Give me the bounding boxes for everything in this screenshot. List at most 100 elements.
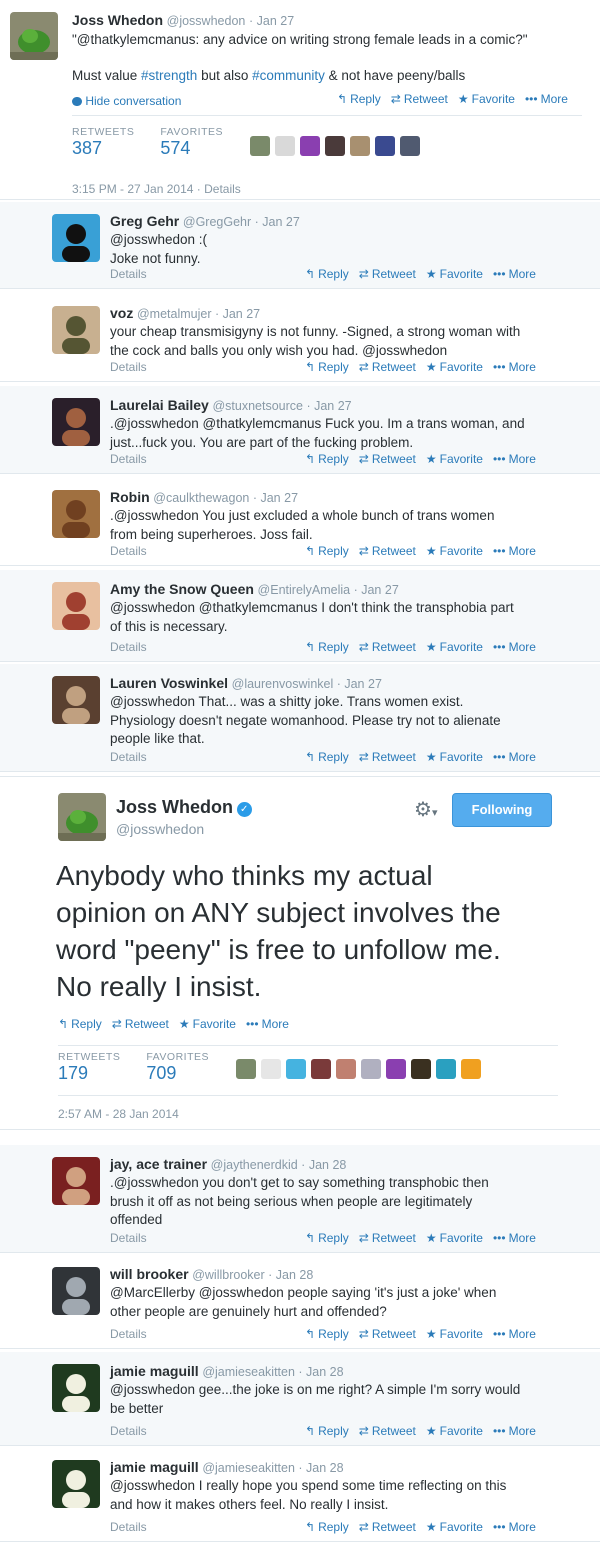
- favorite-button[interactable]: ★ Favorite: [426, 1424, 483, 1438]
- reply-button[interactable]: ↰ Reply: [305, 267, 349, 281]
- tweet-date[interactable]: Jan 28: [309, 1158, 347, 1172]
- details-link[interactable]: Details: [110, 640, 147, 654]
- favorite-count[interactable]: FAVORITES 709: [146, 1051, 209, 1084]
- more-button[interactable]: ••• More: [493, 267, 536, 281]
- avatar[interactable]: [10, 12, 58, 60]
- author-name[interactable]: Greg Gehr: [110, 213, 179, 229]
- retweet-button[interactable]: ⇄ Retweet: [359, 1424, 416, 1438]
- more-button[interactable]: ••• More: [493, 1231, 536, 1245]
- details-link[interactable]: Details: [110, 1520, 147, 1534]
- author-name[interactable]: Laurelai Bailey: [110, 397, 209, 413]
- more-button[interactable]: ••• More: [493, 1520, 536, 1534]
- details-link[interactable]: Details: [110, 544, 147, 558]
- tweet-date[interactable]: Jan 27: [262, 215, 300, 229]
- details-link[interactable]: Details: [110, 360, 147, 374]
- author-handle[interactable]: @josswhedon: [116, 821, 204, 837]
- reply-button[interactable]: ↰ Reply: [58, 1017, 102, 1031]
- author-handle[interactable]: @jaythenerdkid: [211, 1158, 298, 1172]
- timestamp[interactable]: 3:15 PM - 27 Jan 2014: [72, 182, 193, 196]
- author-name[interactable]: Joss Whedon: [116, 797, 233, 817]
- tweet-date[interactable]: Jan 28: [306, 1365, 344, 1379]
- retweet-button[interactable]: ⇄ Retweet: [359, 544, 416, 558]
- retweet-button[interactable]: ⇄ Retweet: [359, 1520, 416, 1534]
- retweet-button[interactable]: ⇄ Retweet: [359, 1327, 416, 1341]
- avatar[interactable]: [58, 793, 106, 841]
- more-button[interactable]: ••• More: [493, 452, 536, 466]
- author-name[interactable]: voz: [110, 305, 133, 321]
- tweet-date[interactable]: Jan 27: [314, 399, 352, 413]
- avatar[interactable]: [52, 490, 100, 538]
- author-name[interactable]: will brooker: [110, 1266, 189, 1282]
- favorite-button[interactable]: ★ Favorite: [426, 267, 483, 281]
- favorite-button[interactable]: ★ Favorite: [179, 1017, 236, 1031]
- reply-button[interactable]: ↰ Reply: [305, 544, 349, 558]
- author-name[interactable]: jamie maguill: [110, 1459, 199, 1475]
- favorite-button[interactable]: ★ Favorite: [426, 1231, 483, 1245]
- retweet-count[interactable]: RETWEETS 179: [58, 1051, 120, 1084]
- avatar[interactable]: [52, 676, 100, 724]
- author-handle[interactable]: @caulkthewagon: [153, 491, 249, 505]
- reply-button[interactable]: ↰ Reply: [305, 750, 349, 764]
- retweet-button[interactable]: ⇄ Retweet: [359, 1231, 416, 1245]
- retweet-button[interactable]: ⇄ Retweet: [359, 640, 416, 654]
- retweet-button[interactable]: ⇄ Retweet: [359, 452, 416, 466]
- following-button[interactable]: Following: [452, 793, 552, 827]
- more-button[interactable]: ••• More: [493, 360, 536, 374]
- author-name[interactable]: jay, ace trainer: [110, 1156, 207, 1172]
- reply-button[interactable]: ↰ Reply: [305, 452, 349, 466]
- retweet-button[interactable]: ⇄ Retweet: [359, 360, 416, 374]
- author-name[interactable]: jamie maguill: [110, 1363, 199, 1379]
- more-button[interactable]: ••• More: [493, 640, 536, 654]
- tweet-date[interactable]: Jan 28: [276, 1268, 314, 1282]
- tweet-date[interactable]: Jan 27: [260, 491, 298, 505]
- avatar[interactable]: [52, 306, 100, 354]
- hashtag-community[interactable]: #community: [252, 68, 325, 83]
- avatar[interactable]: [52, 1364, 100, 1412]
- author-handle[interactable]: @jamieseakitten: [202, 1365, 295, 1379]
- author-name[interactable]: Amy the Snow Queen: [110, 581, 254, 597]
- favorite-button[interactable]: ★ Favorite: [426, 1327, 483, 1341]
- details-link[interactable]: Details: [110, 1231, 147, 1245]
- reply-button[interactable]: ↰ Reply: [305, 1424, 349, 1438]
- retweet-button[interactable]: ⇄ Retweet: [359, 267, 416, 281]
- reply-button[interactable]: ↰ Reply: [305, 360, 349, 374]
- more-button[interactable]: ••• More: [493, 1424, 536, 1438]
- retweet-count[interactable]: RETWEETS 387: [72, 126, 134, 159]
- gear-icon[interactable]: ⚙▾: [414, 797, 437, 822]
- favorite-button[interactable]: ★ Favorite: [426, 750, 483, 764]
- reply-button[interactable]: ↰ Reply: [305, 1327, 349, 1341]
- avatar[interactable]: [52, 1460, 100, 1508]
- favorite-button[interactable]: ★ Favorite: [458, 92, 515, 106]
- reply-button[interactable]: ↰ Reply: [305, 1520, 349, 1534]
- hashtag-strength[interactable]: #strength: [141, 68, 197, 83]
- more-button[interactable]: ••• More: [493, 544, 536, 558]
- avatar[interactable]: [52, 1267, 100, 1315]
- author-handle[interactable]: @EntirelyAmelia: [258, 583, 351, 597]
- author-handle[interactable]: @stuxnetsource: [212, 399, 303, 413]
- avatar[interactable]: [52, 1157, 100, 1205]
- author-handle[interactable]: @josswhedon: [167, 14, 246, 28]
- details-link[interactable]: Details: [110, 452, 147, 466]
- avatar[interactable]: [52, 398, 100, 446]
- avatar[interactable]: [52, 214, 100, 262]
- favorite-button[interactable]: ★ Favorite: [426, 1520, 483, 1534]
- timestamp[interactable]: 2:57 AM - 28 Jan 2014: [58, 1107, 179, 1121]
- retweet-button[interactable]: ⇄ Retweet: [391, 92, 448, 106]
- favorite-count[interactable]: FAVORITES 574: [160, 126, 223, 159]
- tweet-date[interactable]: Jan 27: [344, 677, 382, 691]
- reply-button[interactable]: ↰ Reply: [337, 92, 381, 106]
- tweet-date[interactable]: Jan 28: [306, 1461, 344, 1475]
- reply-button[interactable]: ↰ Reply: [305, 640, 349, 654]
- tweet-date[interactable]: Jan 27: [223, 307, 261, 321]
- more-button[interactable]: ••• More: [525, 92, 568, 106]
- avatar[interactable]: [52, 582, 100, 630]
- details-link[interactable]: Details: [110, 1327, 147, 1341]
- reply-button[interactable]: ↰ Reply: [305, 1231, 349, 1245]
- author-handle[interactable]: @willbrooker: [192, 1268, 264, 1282]
- details-link[interactable]: Details: [110, 1424, 147, 1438]
- author-handle[interactable]: @laurenvoswinkel: [232, 677, 334, 691]
- favorite-button[interactable]: ★ Favorite: [426, 360, 483, 374]
- tweet-date[interactable]: Jan 27: [361, 583, 399, 597]
- retweet-button[interactable]: ⇄ Retweet: [112, 1017, 169, 1031]
- details-link[interactable]: Details: [204, 182, 241, 196]
